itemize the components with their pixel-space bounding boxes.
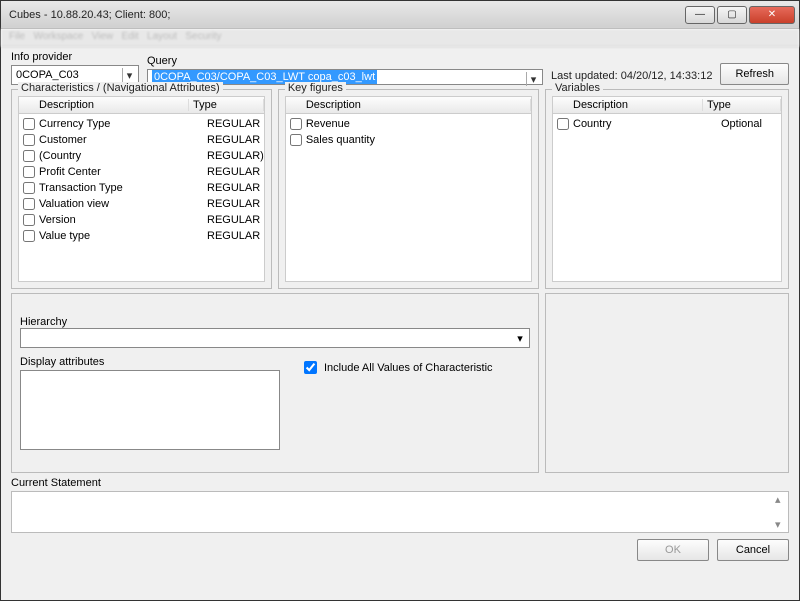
row-checkbox[interactable] <box>23 198 35 210</box>
list-item[interactable]: Valuation viewREGULAR <box>19 196 264 212</box>
row-checkbox[interactable] <box>557 118 569 130</box>
include-all-label: Include All Values of Characteristic <box>324 362 493 374</box>
minimize-button[interactable]: — <box>685 6 715 24</box>
hierarchy-panel: Hierarchy ▾ Display attributes Include A… <box>11 293 539 473</box>
refresh-button[interactable]: Refresh <box>720 63 789 85</box>
characteristics-header: Description Type <box>18 96 265 114</box>
col-description[interactable]: Description <box>553 99 703 111</box>
col-type[interactable]: Type <box>189 99 264 111</box>
dialog-footer: OK Cancel <box>11 537 789 561</box>
scroll-up-icon[interactable]: ▴ <box>775 493 787 506</box>
title-bar: Cubes - 10.88.20.43; Client: 800; — ▢ ✕ <box>1 1 799 29</box>
include-all-checkbox[interactable]: Include All Values of Characteristic <box>300 358 493 377</box>
background-menubar: File Workspace View Edit Layout Security <box>1 29 799 47</box>
variables-header: Description Type <box>552 96 782 114</box>
list-item[interactable]: VersionREGULAR <box>19 212 264 228</box>
col-type[interactable]: Type <box>703 99 781 111</box>
dialog-window: Cubes - 10.88.20.43; Client: 800; — ▢ ✕ … <box>0 0 800 601</box>
current-statement-section: Current Statement ▴ ▾ <box>11 477 789 533</box>
maximize-button[interactable]: ▢ <box>717 6 747 24</box>
row-checkbox[interactable] <box>23 166 35 178</box>
right-empty-panel <box>545 293 789 473</box>
middle-row: Hierarchy ▾ Display attributes Include A… <box>11 293 789 473</box>
list-item[interactable]: Value typeREGULAR <box>19 228 264 244</box>
info-provider-value: 0COPA_C03 <box>16 69 79 81</box>
row-checkbox[interactable] <box>290 118 302 130</box>
list-item[interactable]: Currency TypeREGULAR <box>19 116 264 132</box>
variables-list[interactable]: CountryOptional <box>552 114 782 282</box>
current-statement-textarea[interactable]: ▴ ▾ <box>11 491 789 533</box>
query-field: Query 0COPA_C03/COPA_C03_LWT copa_c03_lw… <box>147 55 543 85</box>
query-label: Query <box>147 55 543 67</box>
ok-button[interactable]: OK <box>637 539 709 561</box>
hierarchy-combo[interactable]: ▾ <box>20 328 530 348</box>
window-controls: — ▢ ✕ <box>685 6 795 24</box>
top-row: Info provider 0COPA_C03 ▾ Query 0COPA_C0… <box>11 51 789 85</box>
window-title: Cubes - 10.88.20.43; Client: 800; <box>9 9 685 21</box>
list-item[interactable]: Revenue <box>286 116 531 132</box>
display-attributes-label: Display attributes <box>20 356 280 368</box>
close-button[interactable]: ✕ <box>749 6 795 24</box>
list-item[interactable]: Profit CenterREGULAR <box>19 164 264 180</box>
characteristics-list[interactable]: Currency TypeREGULARCustomerREGULAR(Coun… <box>18 114 265 282</box>
scrollbar[interactable]: ▴ ▾ <box>775 493 787 531</box>
chevron-down-icon: ▾ <box>526 72 540 86</box>
row-checkbox[interactable] <box>290 134 302 146</box>
info-provider-field: Info provider 0COPA_C03 ▾ <box>11 51 139 85</box>
chevron-down-icon: ▾ <box>122 68 136 82</box>
variables-group: Variables Description Type CountryOption… <box>545 89 789 289</box>
row-checkbox[interactable] <box>23 182 35 194</box>
row-checkbox[interactable] <box>23 134 35 146</box>
chevron-down-icon: ▾ <box>513 331 527 345</box>
row-checkbox[interactable] <box>23 214 35 226</box>
keyfigures-header: Description <box>285 96 532 114</box>
list-item[interactable]: Sales quantity <box>286 132 531 148</box>
hierarchy-label: Hierarchy <box>20 316 530 328</box>
characteristics-group: Characteristics / (Navigational Attribut… <box>11 89 272 289</box>
row-checkbox[interactable] <box>23 118 35 130</box>
row-checkbox[interactable] <box>23 150 35 162</box>
col-description[interactable]: Description <box>19 99 189 111</box>
cancel-button[interactable]: Cancel <box>717 539 789 561</box>
col-description[interactable]: Description <box>286 99 531 111</box>
list-item[interactable]: Transaction TypeREGULAR <box>19 180 264 196</box>
list-item[interactable]: CountryOptional <box>553 116 781 132</box>
dialog-content: Info provider 0COPA_C03 ▾ Query 0COPA_C0… <box>1 47 799 600</box>
variables-title: Variables <box>552 82 603 94</box>
info-provider-label: Info provider <box>11 51 139 63</box>
list-item[interactable]: CustomerREGULAR <box>19 132 264 148</box>
keyfigures-list[interactable]: RevenueSales quantity <box>285 114 532 282</box>
include-all-input[interactable] <box>304 361 317 374</box>
current-statement-label: Current Statement <box>11 477 789 489</box>
characteristics-title: Characteristics / (Navigational Attribut… <box>18 82 223 94</box>
keyfigures-title: Key figures <box>285 82 346 94</box>
scroll-down-icon[interactable]: ▾ <box>775 518 787 531</box>
row-checkbox[interactable] <box>23 230 35 242</box>
display-attributes-list[interactable] <box>20 370 280 450</box>
list-item[interactable]: (CountryREGULAR) <box>19 148 264 164</box>
lists-row: Characteristics / (Navigational Attribut… <box>11 89 789 289</box>
keyfigures-group: Key figures Description RevenueSales qua… <box>278 89 539 289</box>
